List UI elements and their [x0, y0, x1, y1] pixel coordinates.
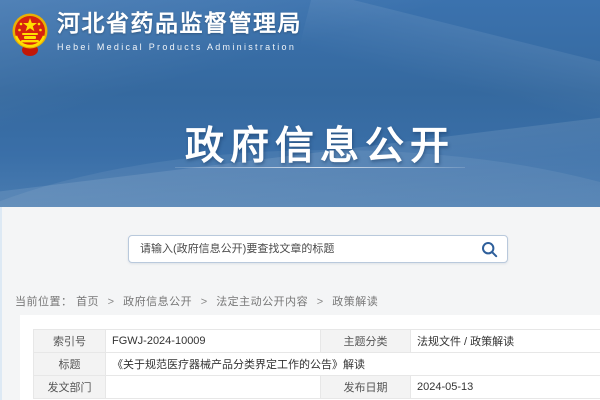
- breadcrumb-separator: >: [201, 296, 208, 308]
- search-input[interactable]: [129, 243, 471, 255]
- breadcrumb: 当前位置： 首页 > 政府信息公开 > 法定主动公开内容 > 政策解读: [15, 293, 378, 309]
- site-logo[interactable]: 河北省药品监督管理局 Hebei Medical Products Admini…: [12, 10, 302, 58]
- breadcrumb-separator: >: [108, 296, 115, 308]
- hero-header: 河北省药品监督管理局 Hebei Medical Products Admini…: [0, 0, 600, 207]
- table-row: 发文部门 发布日期 2024-05-13: [34, 376, 600, 399]
- issuing-department-value: [106, 376, 321, 399]
- banner-underline: [175, 167, 465, 168]
- index-number-value: FGWJ-2024-10009: [106, 330, 321, 353]
- topic-category-label: 主题分类: [321, 330, 411, 353]
- search-button[interactable]: [471, 236, 507, 262]
- breadcrumb-prefix: 当前位置：: [15, 296, 73, 308]
- publish-date-value: 2024-05-13: [411, 376, 600, 399]
- agency-name-en: Hebei Medical Products Administration: [57, 42, 302, 52]
- title-label: 标题: [34, 353, 106, 376]
- topic-category-value: 法规文件 / 政策解读: [411, 330, 600, 353]
- issuing-department-label: 发文部门: [34, 376, 106, 399]
- breadcrumb-gov-info[interactable]: 政府信息公开: [123, 296, 192, 308]
- breadcrumb-statutory-disclosure[interactable]: 法定主动公开内容: [216, 296, 308, 308]
- index-number-label: 索引号: [34, 330, 106, 353]
- search-icon: [481, 241, 498, 258]
- publish-date-label: 发布日期: [321, 376, 411, 399]
- national-emblem-icon: [12, 10, 48, 58]
- breadcrumb-policy-interpretation[interactable]: 政策解读: [332, 296, 378, 308]
- document-title-link[interactable]: 《关于规范医疗器械产品分类界定工作的公告》解读: [106, 353, 600, 376]
- table-row: 索引号 FGWJ-2024-10009 主题分类 法规文件 / 政策解读: [34, 330, 600, 353]
- document-card: 索引号 FGWJ-2024-10009 主题分类 法规文件 / 政策解读 标题 …: [20, 315, 600, 400]
- document-meta-table: 索引号 FGWJ-2024-10009 主题分类 法规文件 / 政策解读 标题 …: [33, 329, 600, 399]
- content-section: 当前位置： 首页 > 政府信息公开 > 法定主动公开内容 > 政策解读 索引号 …: [0, 207, 600, 400]
- search-box: [128, 235, 508, 263]
- breadcrumb-home[interactable]: 首页: [76, 296, 99, 308]
- breadcrumb-separator: >: [317, 296, 324, 308]
- table-row: 标题 《关于规范医疗器械产品分类界定工作的公告》解读: [34, 353, 600, 376]
- page-title: 政府信息公开: [0, 115, 600, 171]
- agency-name-zh: 河北省药品监督管理局: [57, 10, 302, 38]
